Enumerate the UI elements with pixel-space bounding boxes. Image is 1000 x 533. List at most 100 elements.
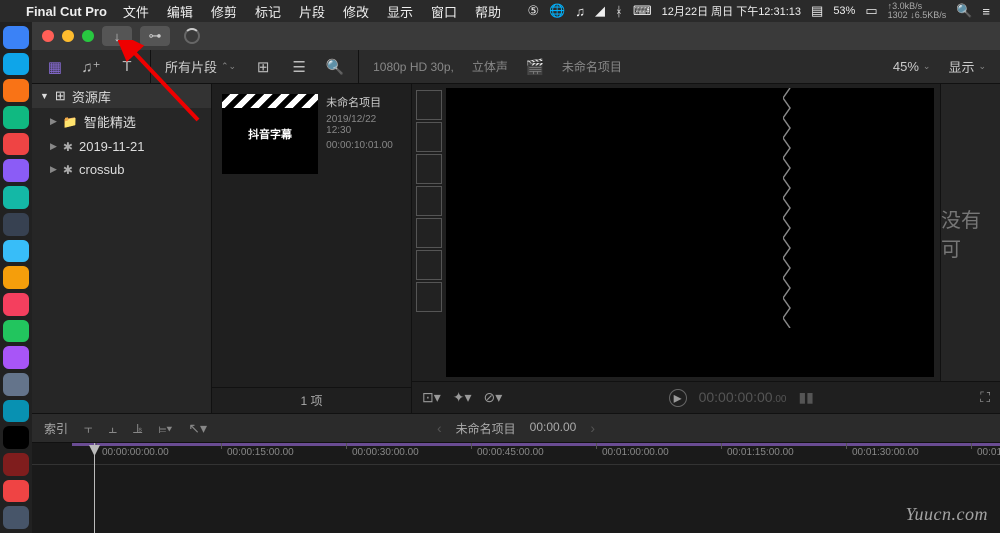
fullscreen-icon[interactable]: ⛶ xyxy=(980,389,990,406)
sidebar-item-2019-11-21[interactable]: ▶✱2019-11-21 xyxy=(32,135,211,158)
connect-icon[interactable]: ⫢▾ xyxy=(158,420,172,437)
clip-item[interactable]: 抖音字幕 未命名项目 2019/12/22 12:30 00:00:10:01.… xyxy=(212,84,411,184)
bluetooth-icon[interactable]: ᚼ xyxy=(615,4,623,19)
effects-tool-icon[interactable]: ✦▾ xyxy=(453,389,472,406)
sidebar-item-智能精选[interactable]: ▶📁智能精选 xyxy=(32,108,211,135)
list-view-icon[interactable]: ☰ xyxy=(290,58,308,76)
ruler-tick: 00:01:30:00.00 xyxy=(852,447,919,458)
dock-app-3[interactable] xyxy=(3,106,29,129)
play-button[interactable]: ▸ xyxy=(669,389,687,407)
viewer-controls: ⊡▾ ✦▾ ⊘▾ ▸ 00:00:00:00.00 ▮▮ ⛶ xyxy=(412,381,1000,413)
dock-app-9[interactable] xyxy=(3,266,29,289)
menubar-right: ⑤ 🌐 ♫ ◢ ᚼ ⌨ 12月22日 周日 下午12:31:13 ▤ 53% ▭… xyxy=(527,2,990,20)
dock-app-4[interactable] xyxy=(3,133,29,156)
filmstrip xyxy=(412,84,446,381)
insert-icon[interactable]: ⫟ xyxy=(84,420,92,437)
control-icon[interactable]: ▤ xyxy=(811,3,823,19)
dock-app-7[interactable] xyxy=(3,213,29,236)
film-frame[interactable] xyxy=(416,90,442,120)
dock-app-16[interactable] xyxy=(3,453,29,476)
menu-显示[interactable]: 显示 xyxy=(387,2,413,21)
date-time[interactable]: 12月22日 周日 下午12:31:13 xyxy=(662,3,801,19)
clips-filter-dropdown[interactable]: 所有片段⌃⌄ xyxy=(165,57,236,76)
app-name[interactable]: Final Cut Pro xyxy=(26,4,107,19)
menu-窗口[interactable]: 窗口 xyxy=(431,2,457,21)
retime-tool-icon[interactable]: ⊘▾ xyxy=(484,389,503,406)
sogou-icon[interactable]: ⑤ xyxy=(527,3,539,19)
photos-icon[interactable]: ♫⁺ xyxy=(82,58,100,76)
chevron-down-icon: ▼ xyxy=(40,91,49,101)
film-frame[interactable] xyxy=(416,218,442,248)
dock-app-14[interactable] xyxy=(3,400,29,423)
import-button[interactable]: ↓ xyxy=(102,26,132,46)
timeline-project-name: 未命名项目 xyxy=(456,420,516,437)
dock-app-13[interactable] xyxy=(3,373,29,396)
timeline-ruler[interactable]: 00:00:00:00.0000:00:15:00.0000:00:30:00.… xyxy=(32,443,1000,465)
event-icon: ✱ xyxy=(63,140,73,154)
menu-icon[interactable]: ≡ xyxy=(982,4,990,19)
menu-标记[interactable]: 标记 xyxy=(255,2,281,21)
dock-app-5[interactable] xyxy=(3,159,29,182)
fullscreen-button[interactable] xyxy=(82,30,94,42)
dock-app-8[interactable] xyxy=(3,240,29,263)
menu-修剪[interactable]: 修剪 xyxy=(211,2,237,21)
timecode-display[interactable]: 00:00:00:00.00 xyxy=(699,389,787,406)
ruler-tick: 00:00:00:00.00 xyxy=(102,447,169,458)
close-button[interactable] xyxy=(42,30,54,42)
dock-app-0[interactable] xyxy=(3,26,29,49)
dock-app-11[interactable] xyxy=(3,320,29,343)
dock-app-2[interactable] xyxy=(3,79,29,102)
menu-修改[interactable]: 修改 xyxy=(343,2,369,21)
format-label: 1080p HD 30p, xyxy=(373,60,454,74)
film-frame[interactable] xyxy=(416,186,442,216)
toolbar-search-icon[interactable]: 🔍 xyxy=(326,58,344,76)
dock xyxy=(0,22,32,533)
film-frame[interactable] xyxy=(416,282,442,312)
zoom-dropdown[interactable]: 45%⌄ xyxy=(893,59,931,74)
audio-meter-icon[interactable]: ▮▮ xyxy=(798,389,813,406)
menu-编辑[interactable]: 编辑 xyxy=(167,2,193,21)
select-tool-icon[interactable]: ↖▾ xyxy=(188,420,207,437)
grid-view-icon[interactable]: ⊞ xyxy=(254,58,272,76)
timeline-panel[interactable]: 00:00:00:00.0000:00:15:00.0000:00:30:00.… xyxy=(32,443,1000,533)
minimize-button[interactable] xyxy=(62,30,74,42)
index-button[interactable]: 索引 xyxy=(44,420,68,437)
library-icon[interactable]: ▦ xyxy=(46,58,64,76)
film-frame[interactable] xyxy=(416,250,442,280)
dock-app-15[interactable] xyxy=(3,426,29,449)
film-frame[interactable] xyxy=(416,154,442,184)
menu-片段[interactable]: 片段 xyxy=(299,2,325,21)
clip-info: 未命名项目 2019/12/22 12:30 00:00:10:01.00 xyxy=(326,94,401,174)
globe-icon[interactable]: 🌐 xyxy=(549,3,565,19)
background-task-spinner[interactable] xyxy=(184,28,200,44)
crop-tool-icon[interactable]: ⊡▾ xyxy=(422,389,441,406)
titles-icon[interactable]: T xyxy=(118,58,136,76)
menu-帮助[interactable]: 帮助 xyxy=(475,2,501,21)
overwrite-icon[interactable]: ⫡ xyxy=(133,420,142,437)
sidebar-header[interactable]: ▼ ⊞ 资源库 xyxy=(32,84,211,108)
viewer-panel: 没有可 ⊡▾ ✦▾ ⊘▾ ▸ 00:00:00:00.00 ▮▮ ⛶ xyxy=(412,84,1000,413)
append-icon[interactable]: ⫠ xyxy=(109,420,117,437)
viewer-canvas[interactable] xyxy=(446,88,934,377)
battery-icon[interactable]: ▭ xyxy=(865,3,877,19)
dock-app-6[interactable] xyxy=(3,186,29,209)
dock-app-1[interactable] xyxy=(3,53,29,76)
display-dropdown[interactable]: 显示⌄ xyxy=(948,57,986,76)
clip-thumbnail[interactable]: 抖音字幕 xyxy=(222,94,318,174)
search-icon[interactable]: 🔍 xyxy=(956,3,972,19)
dock-app-17[interactable] xyxy=(3,480,29,503)
clip-title: 未命名项目 xyxy=(326,94,401,110)
playhead[interactable] xyxy=(94,443,95,533)
nav-back-icon[interactable]: ‹ xyxy=(437,420,442,437)
dock-app-12[interactable] xyxy=(3,346,29,369)
dock-app-10[interactable] xyxy=(3,293,29,316)
music-icon[interactable]: ♫ xyxy=(575,4,585,19)
nav-fwd-icon[interactable]: › xyxy=(590,420,595,437)
keyword-button[interactable]: ⊶ xyxy=(140,26,170,46)
notification-icon[interactable]: ◢ xyxy=(595,3,605,19)
input-icon[interactable]: ⌨ xyxy=(633,3,652,19)
sidebar-item-crossub[interactable]: ▶✱crossub xyxy=(32,158,211,181)
dock-app-18[interactable] xyxy=(3,506,29,529)
menu-文件[interactable]: 文件 xyxy=(123,2,149,21)
film-frame[interactable] xyxy=(416,122,442,152)
